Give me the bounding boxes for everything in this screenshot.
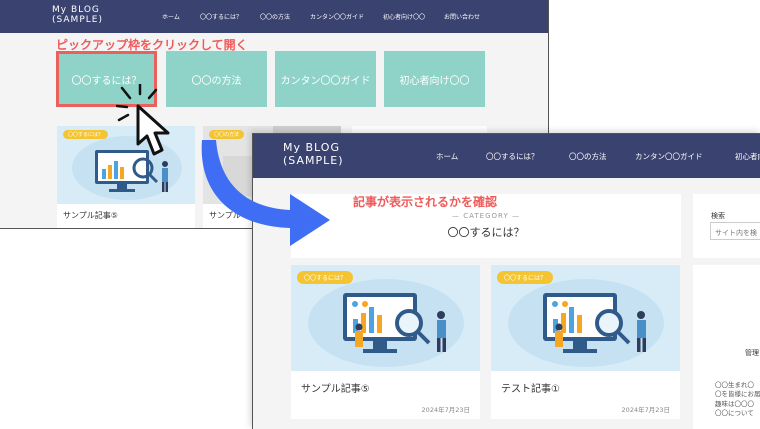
pickup-box-3[interactable]: カンタン〇〇ガイド: [275, 51, 376, 107]
site-logo[interactable]: My BLOG (SAMPLE): [52, 5, 103, 26]
nav-home[interactable]: ホーム: [162, 12, 180, 21]
nav-item-3[interactable]: カンタン〇〇ガイド: [310, 12, 364, 21]
article-date: 2024年7月23日: [421, 406, 470, 414]
article-title[interactable]: サンプル記事⑤: [63, 210, 118, 221]
nav-item-1[interactable]: 〇〇するには？: [200, 12, 242, 21]
nav-item-1[interactable]: 〇〇するには？: [486, 151, 539, 162]
cursor-hand-icon: [116, 84, 170, 156]
article-title[interactable]: サンプル記事⑤: [301, 380, 370, 395]
category-badge: 〇〇するには？: [63, 130, 109, 139]
curved-arrow-icon: [201, 140, 330, 246]
article-title[interactable]: テスト記事①: [501, 380, 560, 395]
nav-contact[interactable]: お問い合わせ: [444, 12, 480, 21]
admin-label: 管理: [745, 349, 759, 357]
confirm-annotation: 記事が表示されるかを確認: [353, 195, 498, 209]
profile-text: 〇〇生まれ〇 〇を皆様にお届 趣味は〇〇〇 〇〇について: [715, 381, 760, 418]
article-card[interactable]: 〇〇するには？ サンプル記事⑤ 2024年7月23日: [291, 265, 480, 419]
nav-item-2[interactable]: 〇〇の方法: [569, 151, 607, 162]
nav-home[interactable]: ホーム: [436, 151, 458, 162]
article-date: 2024年7月23日: [621, 406, 670, 414]
header-nav: My BLOG (SAMPLE) ホーム 〇〇するには？ 〇〇の方法 カンタン〇…: [0, 0, 548, 33]
search-label: 検索: [711, 212, 725, 220]
category-badge: 〇〇するには？: [497, 271, 554, 284]
nav-item-2[interactable]: 〇〇の方法: [260, 12, 290, 21]
nav-item-4[interactable]: 初心者向: [735, 151, 760, 162]
nav-item-3[interactable]: カンタン〇〇ガイド: [635, 151, 703, 162]
article-card[interactable]: 〇〇するには？ テスト記事① 2024年7月23日: [491, 265, 680, 419]
pickup-box-4[interactable]: 初心者向け〇〇: [384, 51, 485, 107]
nav-item-4[interactable]: 初心者向け〇〇: [383, 12, 425, 21]
category-badge: 〇〇するには？: [297, 271, 354, 284]
search-input[interactable]: [710, 222, 760, 240]
